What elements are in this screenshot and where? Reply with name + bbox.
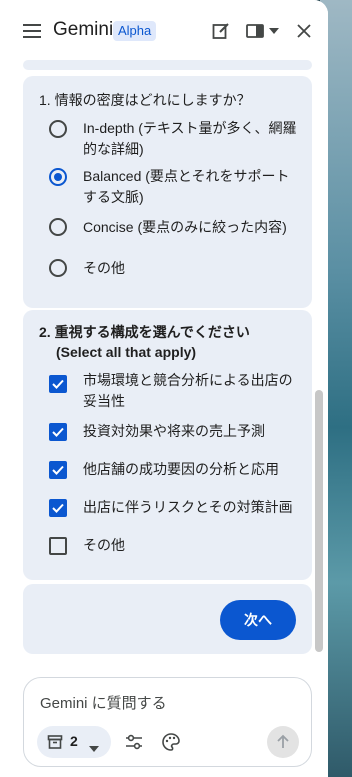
checkbox-checked[interactable] bbox=[49, 375, 67, 393]
question2-card: 2. 重視する構成を選んでください (Select all that apply… bbox=[23, 310, 312, 580]
scrollbar-thumb[interactable] bbox=[315, 390, 323, 652]
edit-icon[interactable] bbox=[209, 19, 233, 43]
arrow-up-icon bbox=[277, 734, 289, 748]
question1-title: 1. 情報の密度はどれにしますか？ bbox=[39, 92, 251, 108]
q2-option-roi[interactable]: 投資対効果や将来の売上予測 bbox=[49, 421, 309, 445]
option-label: Balanced (要点とそれをサポートする文脈) bbox=[83, 168, 290, 205]
palette-icon[interactable] bbox=[161, 732, 181, 752]
option-label: 他店舗の成功要因の分析と応用 bbox=[83, 461, 279, 477]
alpha-badge: Alpha bbox=[113, 21, 157, 41]
checkbox-checked[interactable] bbox=[49, 461, 67, 479]
question2-subtitle: (Select all that apply) bbox=[56, 344, 197, 360]
close-icon[interactable] bbox=[292, 19, 316, 43]
question2-title: 2. 重視する構成を選んでください bbox=[39, 324, 250, 340]
next-button[interactable]: 次へ bbox=[220, 600, 296, 640]
option-label: In-depth (テキスト量が多く、網羅的な詳細) bbox=[83, 120, 297, 157]
chip-count: 2 bbox=[70, 733, 78, 749]
q1-option-other[interactable]: その他 bbox=[49, 258, 309, 282]
option-label: 出店に伴うリスクとその対策計画 bbox=[83, 499, 293, 515]
next-card: 次へ bbox=[23, 584, 312, 654]
option-label: Concise (要点のみに絞った内容) bbox=[83, 219, 287, 235]
option-label: その他 bbox=[83, 260, 125, 276]
prompt-input-box[interactable]: Gemini に質問する 2 bbox=[23, 677, 312, 767]
radio-button[interactable] bbox=[49, 259, 67, 277]
q2-option-market[interactable]: 市場環境と競合分析による出店の妥当性 bbox=[49, 370, 309, 412]
archive-chip[interactable]: 2 bbox=[37, 726, 111, 758]
chevron-down-icon[interactable] bbox=[262, 19, 286, 43]
tune-icon[interactable] bbox=[124, 732, 144, 752]
panel-header: Gemini Alpha bbox=[0, 0, 328, 60]
q1-option-in-depth[interactable]: In-depth (テキスト量が多く、網羅的な詳細) bbox=[49, 118, 309, 160]
q1-option-balanced[interactable]: Balanced (要点とそれをサポートする文脈) bbox=[49, 166, 309, 208]
archive-icon bbox=[47, 734, 63, 755]
checkbox-checked[interactable] bbox=[49, 423, 67, 441]
radio-button[interactable] bbox=[49, 120, 67, 138]
option-label: その他 bbox=[83, 537, 125, 553]
gemini-side-panel: Gemini Alpha 1. 情報の密度はどれにしますか？ In-depth … bbox=[0, 0, 328, 777]
prompt-placeholder[interactable]: Gemini に質問する bbox=[40, 692, 167, 713]
question1-card: 1. 情報の密度はどれにしますか？ In-depth (テキスト量が多く、網羅的… bbox=[23, 76, 312, 308]
radio-button-selected[interactable] bbox=[49, 168, 67, 186]
previous-card-edge bbox=[23, 60, 312, 70]
app-title: Gemini bbox=[53, 19, 114, 40]
option-label: 投資対効果や将来の売上予測 bbox=[83, 423, 265, 439]
checkbox-checked[interactable] bbox=[49, 499, 67, 517]
checkbox-unchecked[interactable] bbox=[49, 537, 67, 555]
q2-option-risk[interactable]: 出店に伴うリスクとその対策計画 bbox=[49, 497, 309, 521]
option-label: 市場環境と競合分析による出店の妥当性 bbox=[83, 372, 293, 409]
q2-option-success-factors[interactable]: 他店舗の成功要因の分析と応用 bbox=[49, 459, 309, 483]
chat-scroll-area[interactable]: 1. 情報の密度はどれにしますか？ In-depth (テキスト量が多く、網羅的… bbox=[0, 60, 328, 660]
q1-option-concise[interactable]: Concise (要点のみに絞った内容) bbox=[49, 217, 309, 241]
send-button[interactable] bbox=[267, 726, 299, 758]
chevron-down-icon bbox=[89, 739, 99, 757]
q2-option-other[interactable]: その他 bbox=[49, 535, 309, 559]
radio-button[interactable] bbox=[49, 218, 67, 236]
menu-icon[interactable] bbox=[20, 19, 44, 43]
